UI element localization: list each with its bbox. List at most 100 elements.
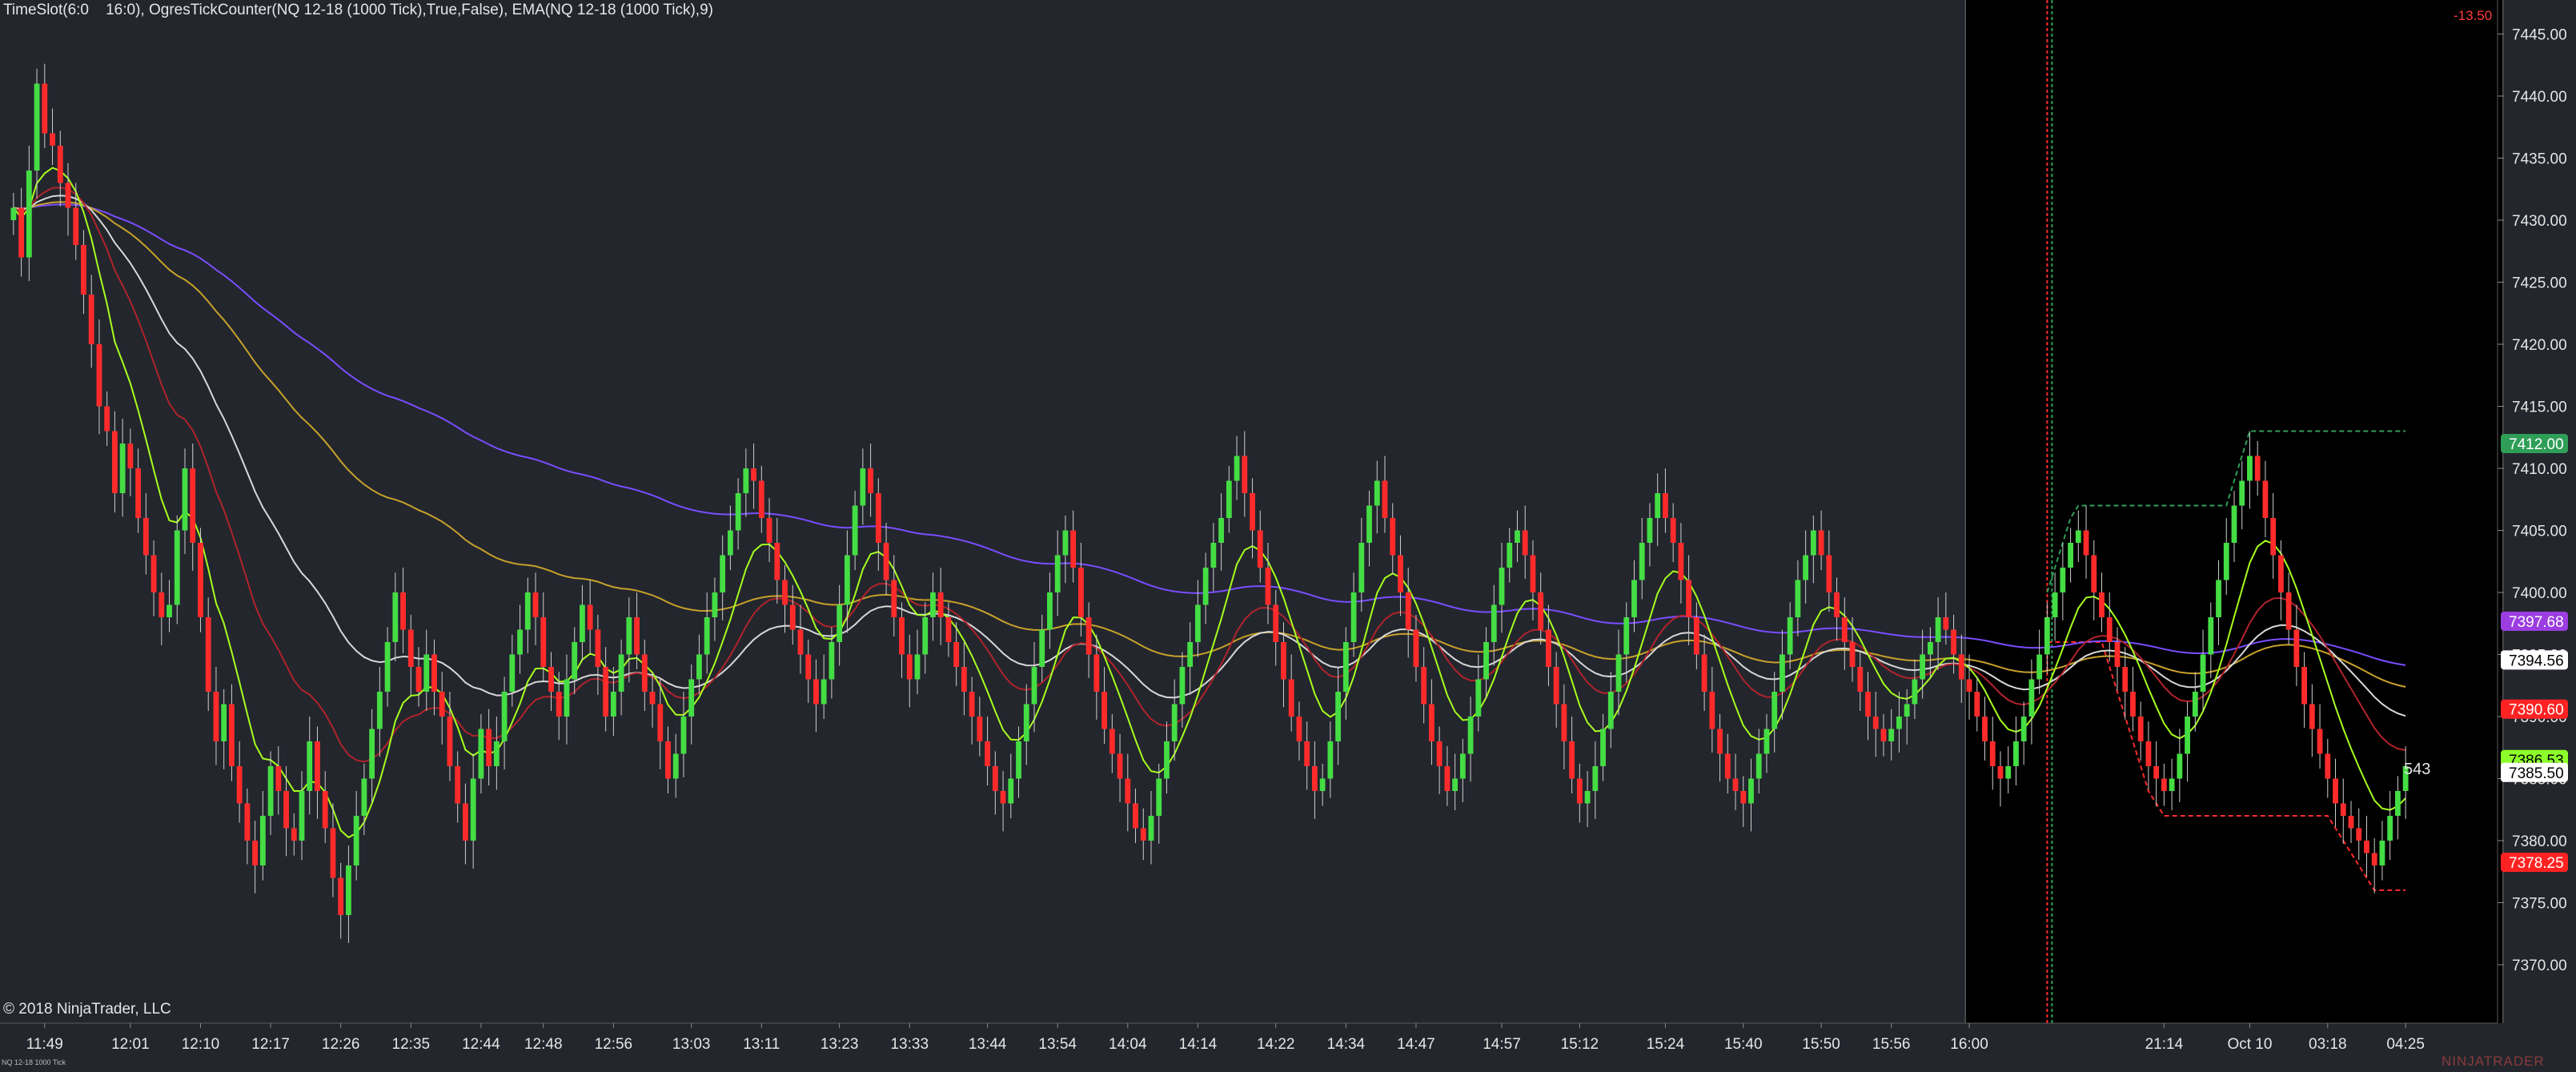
candle-up[interactable] (501, 692, 508, 741)
candle-up[interactable] (1639, 543, 1645, 580)
candle-up[interactable] (1031, 667, 1037, 705)
candle-down[interactable] (1724, 753, 1731, 779)
candle-down[interactable] (150, 555, 157, 593)
candle-up[interactable] (307, 741, 313, 791)
candle-down[interactable] (2083, 530, 2089, 556)
candle-down[interactable] (992, 766, 998, 791)
candle-down[interactable] (603, 667, 609, 717)
candle-up[interactable] (1171, 704, 1178, 742)
candle-down[interactable] (1101, 692, 1108, 729)
candle-down[interactable] (439, 692, 445, 717)
candle-down[interactable] (1530, 555, 1536, 593)
candle-down[interactable] (2161, 778, 2167, 792)
candle-down[interactable] (813, 679, 819, 705)
candle-up[interactable] (1780, 654, 1785, 693)
candle-up[interactable] (517, 629, 523, 655)
candle-down[interactable] (1444, 766, 1451, 791)
candle-down[interactable] (486, 729, 492, 767)
candle-up[interactable] (1763, 729, 1770, 754)
candle-down[interactable] (2270, 518, 2277, 556)
candle-up[interactable] (680, 717, 687, 754)
candle-down[interactable] (205, 617, 211, 692)
candle-down[interactable] (1288, 679, 1294, 717)
candle-down[interactable] (1670, 518, 1676, 543)
candle-down[interactable] (1070, 530, 1077, 568)
candle-up[interactable] (26, 171, 32, 258)
candle-down[interactable] (1834, 592, 1840, 617)
candle-up[interactable] (1507, 543, 1513, 568)
candle-up[interactable] (2060, 568, 2066, 592)
candle-down[interactable] (532, 592, 539, 617)
candle-up[interactable] (1935, 617, 1941, 642)
candle-down[interactable] (1569, 741, 1575, 779)
candle-down[interactable] (88, 295, 94, 344)
candle-down[interactable] (407, 629, 414, 668)
price-axis[interactable]: 7370.007375.007380.007385.007390.007395.… (2498, 27, 2567, 975)
candle-up[interactable] (34, 83, 40, 171)
candle-down[interactable] (213, 692, 219, 741)
candle-down[interactable] (556, 692, 562, 717)
price-chart[interactable]: 7370.007375.007380.007385.007390.007395.… (0, 0, 2576, 1072)
candle-up[interactable] (1623, 617, 1630, 655)
candle-up[interactable] (1234, 456, 1240, 481)
candle-up[interactable] (1062, 530, 1069, 556)
candle-up[interactable] (2005, 766, 2012, 779)
candle-down[interactable] (1663, 493, 1668, 518)
candle-up[interactable] (392, 592, 399, 642)
candle-up[interactable] (174, 530, 180, 605)
candle-up[interactable] (1888, 729, 1895, 742)
candle-down[interactable] (2285, 592, 2292, 630)
candle-down[interactable] (2340, 803, 2346, 817)
candle-up[interactable] (2169, 778, 2175, 792)
candle-down[interactable] (953, 642, 960, 667)
candle-down[interactable] (291, 828, 297, 841)
candle-up[interactable] (2192, 692, 2198, 717)
candle-up[interactable] (1023, 704, 1029, 742)
candle-down[interactable] (2309, 704, 2315, 729)
candle-down[interactable] (2122, 667, 2129, 692)
candle-down[interactable] (2091, 555, 2097, 593)
candle-up[interactable] (2052, 592, 2058, 617)
candle-up[interactable] (2013, 741, 2019, 766)
candle-down[interactable] (236, 766, 243, 804)
candle-up[interactable] (1202, 568, 1209, 605)
candle-down[interactable] (2364, 841, 2369, 853)
candle-down[interactable] (1576, 778, 1583, 804)
candle-down[interactable] (969, 692, 975, 717)
candle-up[interactable] (478, 729, 484, 779)
candle-down[interactable] (657, 704, 664, 742)
candle-down[interactable] (1865, 692, 1871, 717)
candle-up[interactable] (369, 729, 375, 779)
candle-down[interactable] (548, 667, 554, 692)
candle-down[interactable] (158, 592, 165, 617)
candle-down[interactable] (1693, 617, 1699, 655)
candle-down[interactable] (641, 654, 648, 693)
candle-down[interactable] (1857, 667, 1864, 692)
candle-down[interactable] (1553, 667, 1559, 705)
candle-down[interactable] (322, 791, 328, 829)
time-axis[interactable]: 11:49 12:01 12:10 12:17 12:26 12:35 12:44 12:48… (26, 1023, 2425, 1053)
candle-down[interactable] (57, 146, 63, 183)
candle-up[interactable] (1210, 543, 1217, 568)
candle-down[interactable] (634, 617, 640, 655)
candle-down[interactable] (883, 543, 889, 580)
candle-down[interactable] (899, 617, 905, 655)
candle-down[interactable] (1421, 667, 1427, 705)
candle-up[interactable] (743, 468, 749, 493)
candle-up[interactable] (376, 692, 383, 729)
candle-up[interactable] (618, 654, 624, 693)
candle-down[interactable] (415, 667, 422, 692)
candle-down[interactable] (2371, 853, 2377, 866)
candle-up[interactable] (1179, 667, 1186, 705)
candle-down[interactable] (315, 741, 320, 791)
candle-up[interactable] (626, 617, 632, 655)
candle-down[interactable] (1701, 654, 1707, 693)
candle-up[interactable] (10, 207, 17, 221)
candle-down[interactable] (127, 444, 134, 468)
candle-up[interactable] (2216, 580, 2221, 618)
candle-up[interactable] (821, 679, 827, 705)
candle-down[interactable] (104, 406, 110, 432)
candle-down[interactable] (2153, 766, 2160, 779)
candle-up[interactable] (1335, 692, 1342, 741)
candle-up[interactable] (470, 778, 476, 841)
